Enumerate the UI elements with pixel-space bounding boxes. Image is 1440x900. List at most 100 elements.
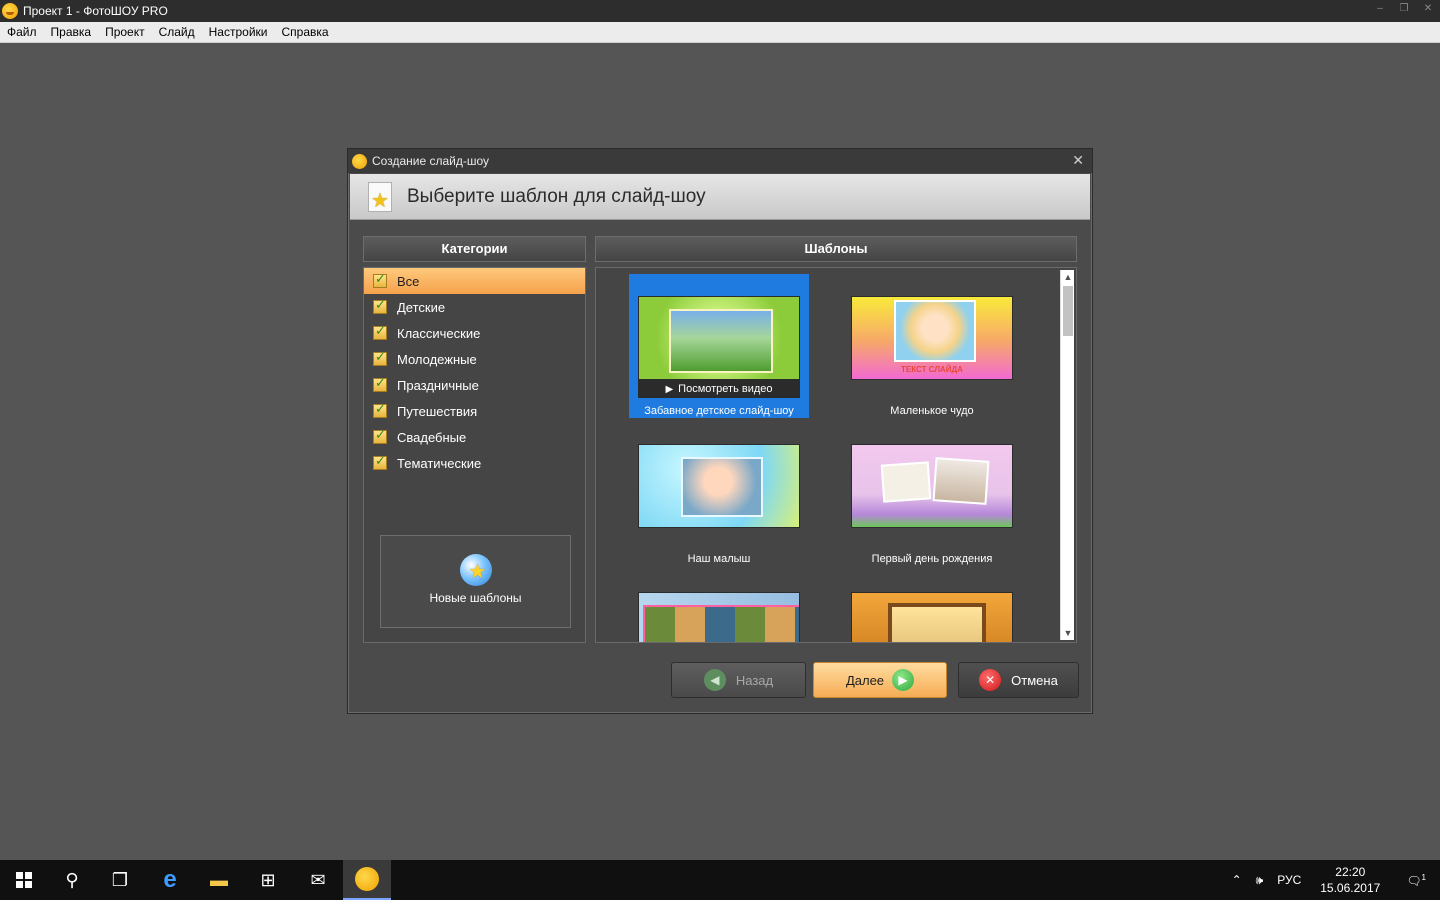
file-explorer-icon[interactable]: ▬: [195, 860, 243, 900]
category-classic[interactable]: Классические: [364, 320, 585, 346]
notification-icon[interactable]: 🗨1: [1392, 873, 1440, 888]
edge-icon[interactable]: e: [146, 860, 194, 900]
category-youth[interactable]: Молодежные: [364, 346, 585, 372]
clock[interactable]: 22:20 15.06.2017: [1308, 864, 1392, 896]
back-button[interactable]: ◀ Назад: [671, 662, 806, 698]
template-card[interactable]: Наш малыш: [629, 422, 809, 566]
menu-bar: Файл Правка Проект Слайд Настройки Справ…: [0, 22, 1440, 43]
watch-video-button[interactable]: ▶ Посмотреть видео: [638, 380, 800, 398]
next-label: Далее: [845, 672, 885, 688]
chevron-up-icon[interactable]: ▲: [1061, 270, 1075, 284]
category-label: Праздничные: [397, 377, 479, 393]
check-icon: [373, 453, 387, 470]
photoshow-icon: [355, 867, 379, 891]
template-card[interactable]: [842, 570, 1022, 642]
template-thumbnail: [638, 444, 800, 528]
category-thematic[interactable]: Тематические: [364, 450, 585, 476]
windows-start-icon[interactable]: [0, 860, 48, 900]
category-label: Все: [397, 273, 420, 289]
dialog-titlebar: Создание слайд-шоу ✕: [348, 149, 1092, 173]
doc-star-icon: [368, 181, 392, 213]
category-label: Детские: [397, 299, 446, 315]
language-indicator[interactable]: РУС: [1270, 873, 1308, 887]
check-icon: [373, 349, 387, 366]
category-all[interactable]: Все: [364, 268, 585, 294]
templates-grid: ▶ Посмотреть видео Забавное детское слайд…: [595, 267, 1077, 643]
category-label: Путешествия: [397, 403, 478, 419]
menu-file[interactable]: Файл: [0, 22, 44, 43]
template-card[interactable]: ▶ Посмотреть видео Забавное детское слайд…: [629, 274, 809, 418]
dialog-title: Создание слайд-шоу: [372, 154, 489, 168]
check-icon: [373, 297, 387, 314]
scroll-thumb[interactable]: [1063, 286, 1073, 336]
app-icon: [352, 153, 367, 169]
template-thumbnail: [851, 444, 1013, 528]
window-controls: – ❐ ✕: [1368, 0, 1440, 22]
search-icon[interactable]: ⚲: [48, 860, 96, 900]
template-thumbnail: [851, 592, 1013, 642]
check-icon: [373, 401, 387, 418]
check-icon: [373, 427, 387, 444]
clock-time: 22:20: [1335, 865, 1366, 879]
minimize-button[interactable]: –: [1368, 0, 1392, 22]
chevron-down-icon[interactable]: ▼: [1061, 626, 1075, 640]
categories-list: Все Детские Классические Молодежные Праз…: [363, 267, 586, 643]
globe-star-icon: [459, 554, 492, 586]
play-icon: ▶: [665, 384, 674, 395]
menu-help[interactable]: Справка: [274, 22, 335, 43]
volume-icon[interactable]: 🕪: [1249, 873, 1271, 888]
app-title: Проект 1 - ФотоШОУ PRO: [23, 4, 168, 18]
template-card[interactable]: [629, 570, 809, 642]
new-templates-button[interactable]: Новые шаблоны: [380, 535, 571, 628]
task-view-icon[interactable]: ❐: [96, 860, 144, 900]
category-kids[interactable]: Детские: [364, 294, 585, 320]
template-label: Маленькое чудо: [890, 405, 974, 417]
templates-scrollbar[interactable]: ▲ ▼: [1060, 270, 1074, 640]
app-title-bar: Проект 1 - ФотоШОУ PRO – ❐ ✕: [0, 0, 1440, 22]
close-button[interactable]: ✕: [1416, 0, 1440, 22]
mail-icon[interactable]: ✉: [294, 860, 342, 900]
dialog-header: Выберите шаблон для слайд-шоу: [350, 174, 1090, 220]
menu-edit[interactable]: Правка: [44, 22, 99, 43]
template-thumbnail: [638, 296, 800, 380]
back-arrow-icon: ◀: [703, 669, 726, 691]
menu-project[interactable]: Проект: [98, 22, 152, 43]
chevron-up-icon[interactable]: ⌃: [1225, 873, 1249, 887]
template-label: Забавное детское слайд-шоу: [644, 405, 794, 417]
category-travel[interactable]: Путешествия: [364, 398, 585, 424]
watch-video-label: Посмотреть видео: [678, 383, 773, 395]
clock-date: 15.06.2017: [1320, 881, 1381, 895]
templates-header: Шаблоны: [595, 236, 1077, 262]
category-label: Тематические: [397, 455, 482, 471]
cancel-button[interactable]: ✕ Отмена: [958, 662, 1079, 698]
create-slideshow-dialog: Создание слайд-шоу ✕ Выберите шаблон для…: [347, 148, 1093, 714]
next-arrow-icon: ▶: [892, 669, 915, 691]
dialog-header-title: Выберите шаблон для слайд-шоу: [407, 185, 706, 207]
categories-header: Категории: [363, 236, 586, 262]
menu-slide[interactable]: Слайд: [152, 22, 202, 43]
template-card[interactable]: Первый день рождения: [842, 422, 1022, 566]
category-wedding[interactable]: Свадебные: [364, 424, 585, 450]
photoshow-taskbar-button[interactable]: [343, 860, 391, 900]
notification-count: 1: [1421, 872, 1426, 882]
check-icon: [373, 323, 387, 340]
template-card[interactable]: Маленькое чудо: [842, 274, 1022, 418]
system-tray: ⌃ 🕪 РУС 22:20 15.06.2017 🗨1: [1225, 860, 1440, 900]
template-label: Наш малыш: [687, 553, 751, 565]
new-templates-label: Новые шаблоны: [429, 591, 522, 605]
check-icon: [373, 271, 387, 288]
category-label: Молодежные: [397, 351, 477, 367]
check-icon: [373, 375, 387, 392]
category-label: Классические: [397, 325, 481, 341]
menu-settings[interactable]: Настройки: [202, 22, 275, 43]
cancel-x-icon: ✕: [979, 669, 1002, 691]
template-thumbnail: [851, 296, 1013, 380]
store-icon[interactable]: ⊞: [244, 860, 292, 900]
dialog-close-icon[interactable]: ✕: [1072, 152, 1084, 169]
category-holiday[interactable]: Праздничные: [364, 372, 585, 398]
app-icon: [2, 3, 18, 19]
template-label: Первый день рождения: [871, 553, 993, 565]
maximize-button[interactable]: ❐: [1392, 0, 1416, 22]
template-thumbnail: [638, 592, 800, 642]
next-button[interactable]: Далее ▶: [813, 662, 947, 698]
